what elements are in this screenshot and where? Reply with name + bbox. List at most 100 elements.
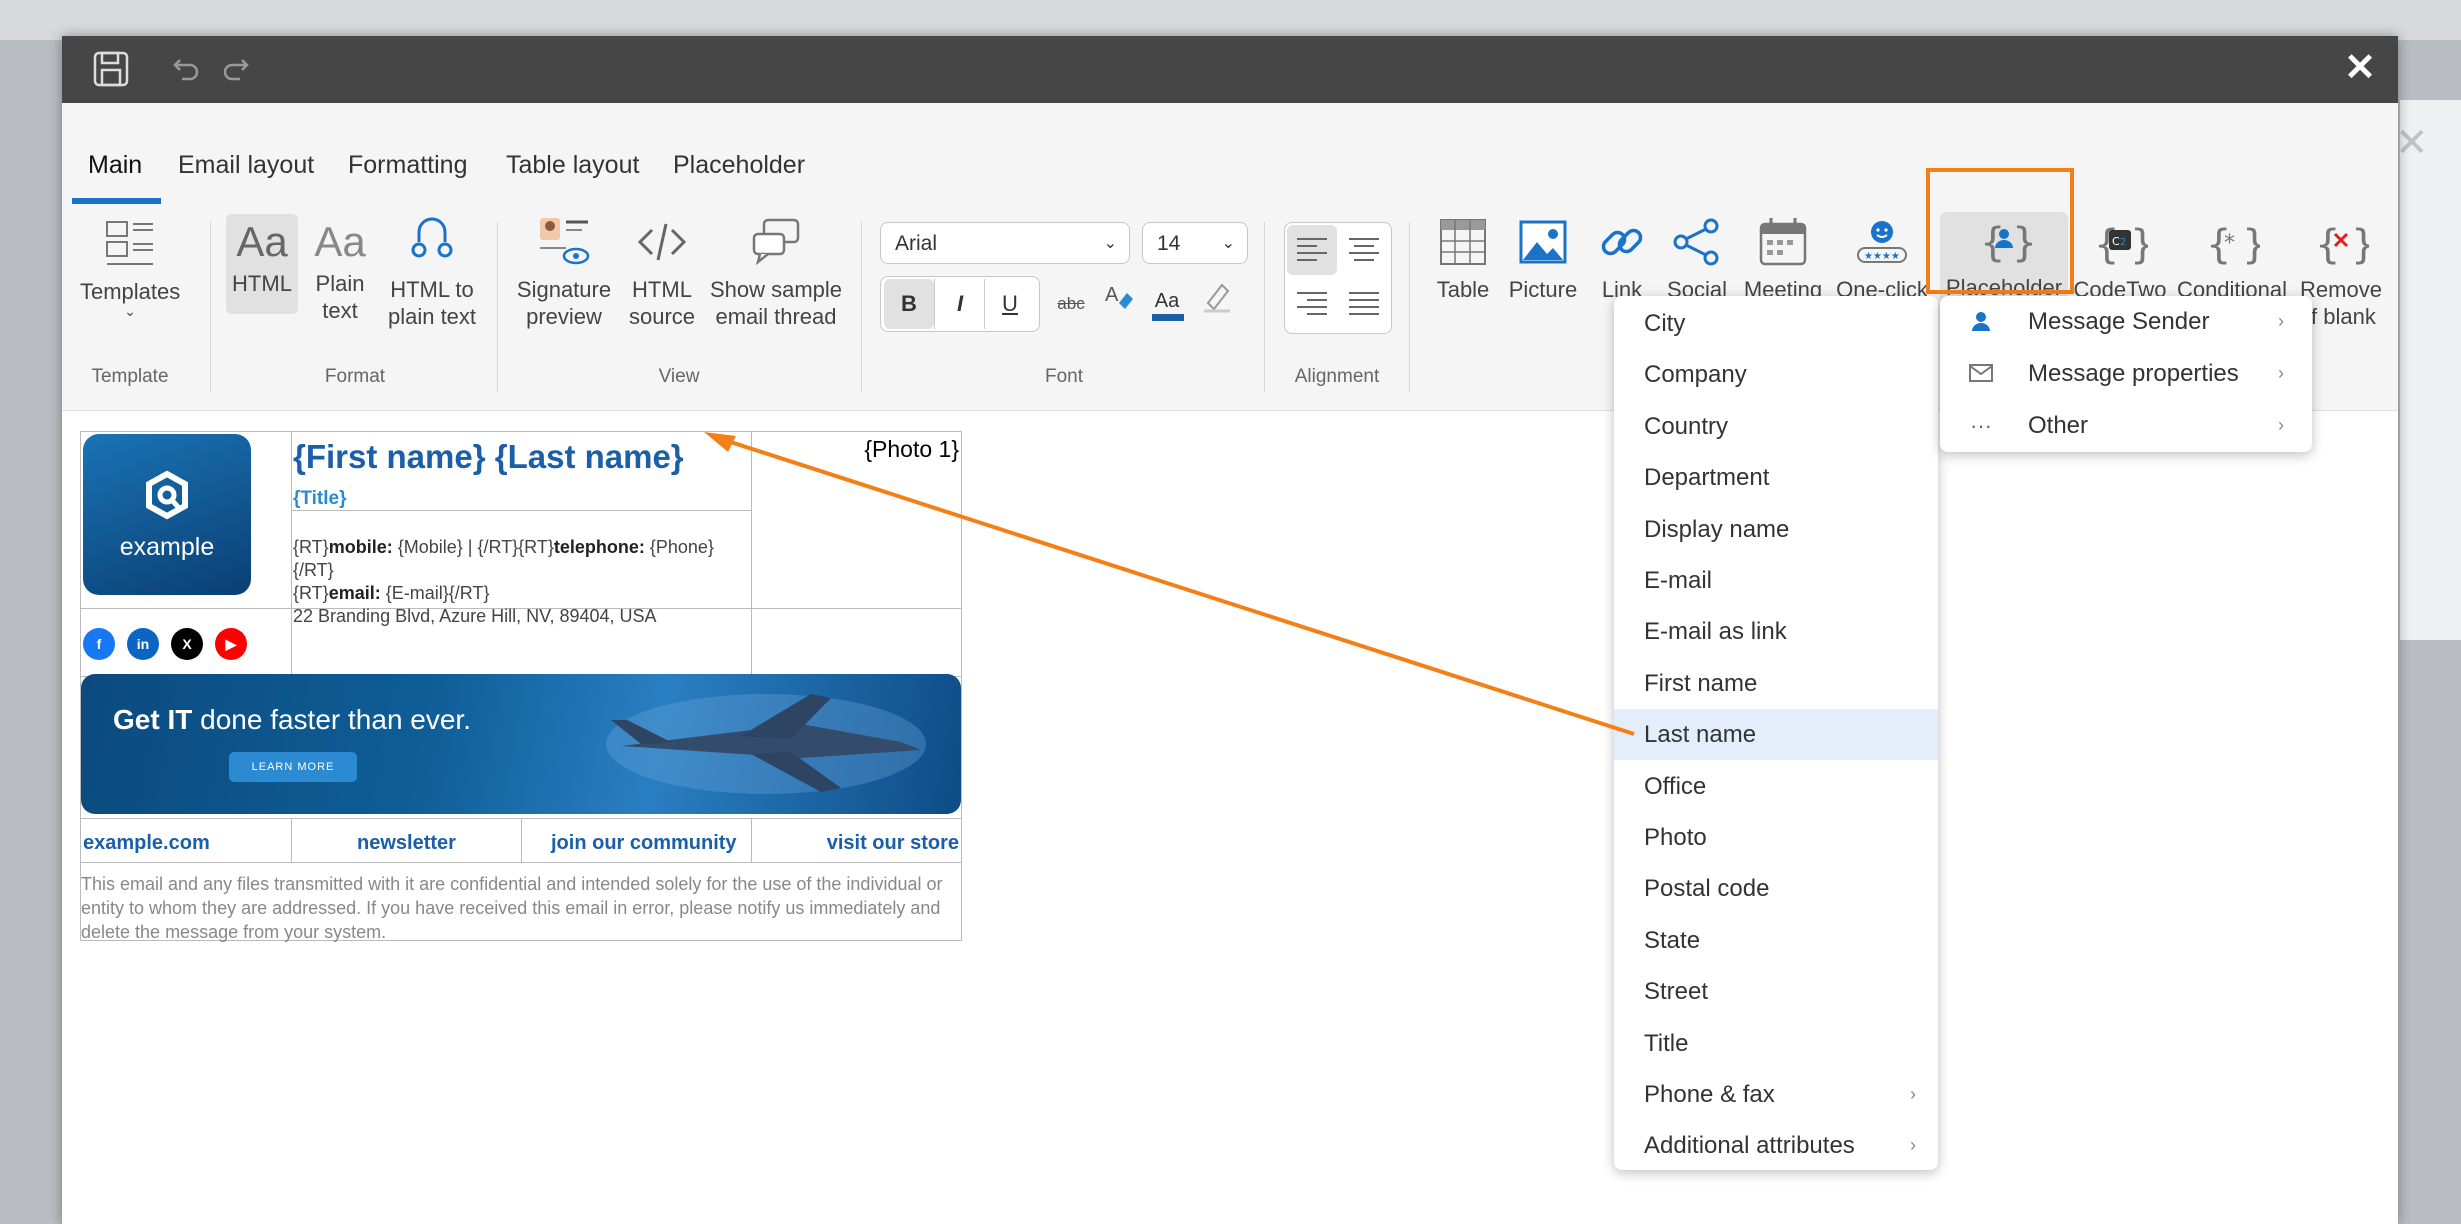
link-community[interactable]: join our community bbox=[551, 832, 737, 855]
align-justify-icon bbox=[1349, 292, 1379, 315]
facebook-icon[interactable]: f bbox=[83, 628, 115, 660]
menu-item-label: Photo bbox=[1644, 824, 1707, 851]
menu-item-label: Phone & fax bbox=[1644, 1081, 1775, 1108]
plain-text-button[interactable]: Aa Plain text bbox=[304, 214, 376, 324]
placeholder-menu-item-postal-code[interactable]: Postal code bbox=[1614, 863, 1938, 914]
survey-icon: ★★★★ bbox=[1857, 221, 1907, 263]
company-logo[interactable]: example bbox=[83, 434, 251, 595]
highlight-button[interactable] bbox=[1192, 279, 1242, 329]
ribbon-separator bbox=[210, 222, 211, 392]
group-label-format: Format bbox=[324, 366, 386, 387]
insert-table-button[interactable]: Table bbox=[1428, 214, 1498, 303]
photo-placeholder[interactable]: {Photo 1} bbox=[864, 436, 959, 463]
font-size-value: 14 bbox=[1157, 232, 1181, 255]
undo-icon[interactable] bbox=[172, 54, 202, 89]
bold-button[interactable]: B bbox=[884, 279, 934, 329]
plain-text-icon: Aa bbox=[314, 218, 366, 265]
placeholder-menu-item-department[interactable]: Department bbox=[1614, 452, 1938, 503]
placeholder-menu-item-first-name[interactable]: First name bbox=[1614, 658, 1938, 709]
html-format-icon: Aa bbox=[236, 218, 288, 265]
signature-preview-button[interactable]: Signature preview bbox=[514, 214, 614, 330]
picture-label: Picture bbox=[1508, 277, 1578, 302]
placeholder-menu-item-office[interactable]: Office bbox=[1614, 761, 1938, 812]
align-right-icon bbox=[1297, 292, 1327, 315]
placeholder-menu-item-e-mail[interactable]: E-mail bbox=[1614, 555, 1938, 606]
x-twitter-icon[interactable]: X bbox=[171, 628, 203, 660]
clear-formatting-button[interactable]: A bbox=[1094, 279, 1144, 329]
marketing-banner[interactable]: Get IT done faster than ever. LEARN MORE bbox=[81, 674, 961, 814]
signature-table[interactable]: example {First name} {Last name} {Title}… bbox=[80, 431, 962, 942]
placeholder-menu-item-e-mail-as-link[interactable]: E-mail as link bbox=[1614, 606, 1938, 657]
font-size-select[interactable]: 14 ⌄ bbox=[1142, 222, 1248, 264]
menu-item-label: Company bbox=[1644, 361, 1747, 389]
close-icon[interactable]: ✕ bbox=[2344, 46, 2376, 90]
table-grid-line bbox=[751, 818, 752, 862]
font-family-select[interactable]: Arial ⌄ bbox=[880, 222, 1130, 264]
placeholder-menu-item-phone-fax[interactable]: Phone & fax › bbox=[1614, 1069, 1938, 1120]
picture-icon bbox=[1519, 220, 1567, 264]
contact-line-rt-close: {/RT} bbox=[293, 560, 334, 580]
align-center-button[interactable] bbox=[1339, 225, 1389, 275]
strikethrough-button[interactable]: abc bbox=[1046, 279, 1096, 329]
font-color-button[interactable]: Aa bbox=[1142, 276, 1192, 326]
menu-item-label: City bbox=[1644, 310, 1686, 337]
redo-icon[interactable] bbox=[220, 54, 250, 89]
link-newsletter[interactable]: newsletter bbox=[357, 832, 456, 855]
logo-text: example bbox=[119, 533, 215, 561]
contact-details[interactable]: {RT}mobile: {Mobile} | {/RT}{RT}telephon… bbox=[293, 536, 753, 628]
insert-picture-button[interactable]: Picture bbox=[1504, 214, 1582, 303]
placeholder-menu-item-street[interactable]: Street bbox=[1614, 966, 1938, 1017]
youtube-icon[interactable]: ▶ bbox=[215, 628, 247, 660]
save-icon[interactable] bbox=[92, 50, 130, 93]
tab-table-layout[interactable]: Table layout bbox=[506, 151, 639, 180]
learn-more-button[interactable]: LEARN MORE bbox=[229, 752, 357, 782]
chevron-down-icon: ⌄ bbox=[1103, 235, 1117, 252]
placeholder-menu-item-additional-attributes[interactable]: Additional attributes › bbox=[1614, 1120, 1938, 1171]
menu-item-label: First name bbox=[1644, 669, 1758, 697]
tab-main[interactable]: Main bbox=[88, 151, 142, 180]
insert-link-button[interactable]: Link bbox=[1592, 214, 1652, 303]
placeholder-dropdown: City Company Country Department Display name… bbox=[1614, 296, 1938, 1170]
templates-icon bbox=[106, 221, 153, 265]
submenu-message-sender[interactable]: Message Sender › bbox=[1940, 296, 2312, 347]
tab-formatting[interactable]: Formatting bbox=[348, 151, 467, 180]
link-website[interactable]: example.com bbox=[83, 832, 210, 855]
html-source-button[interactable]: HTML source bbox=[622, 214, 702, 330]
placeholder-menu-item-state[interactable]: State bbox=[1614, 915, 1938, 966]
submenu-other[interactable]: ··· Other › bbox=[1940, 400, 2312, 451]
align-justify-button[interactable] bbox=[1339, 279, 1389, 329]
menu-item-label: Office bbox=[1644, 772, 1707, 800]
linkedin-icon[interactable]: in bbox=[127, 628, 159, 660]
align-left-button[interactable] bbox=[1287, 225, 1337, 275]
alignment-grid bbox=[1284, 222, 1392, 334]
italic-button[interactable]: I bbox=[934, 279, 985, 329]
link-store[interactable]: visit our store bbox=[827, 832, 959, 855]
svg-text:}: } bbox=[2351, 222, 2369, 268]
placeholder-menu-item-city[interactable]: City bbox=[1614, 298, 1938, 349]
show-sample-thread-button[interactable]: Show sample email thread bbox=[708, 214, 844, 330]
html-format-button[interactable]: Aa HTML bbox=[226, 214, 298, 314]
align-left-icon bbox=[1297, 238, 1327, 261]
editor-canvas[interactable]: example {First name} {Last name} {Title}… bbox=[62, 411, 2398, 1224]
align-right-button[interactable] bbox=[1287, 279, 1337, 329]
placeholder-menu-item-display-name[interactable]: Display name bbox=[1614, 504, 1938, 555]
disclaimer-text: This email and any files transmitted wit… bbox=[81, 874, 943, 942]
html-source-label-2: source bbox=[628, 304, 696, 329]
submenu-message-properties[interactable]: Message properties › bbox=[1940, 348, 2312, 399]
title-placeholder[interactable]: {Title} bbox=[293, 488, 347, 510]
placeholder-menu-item-company[interactable]: Company bbox=[1614, 349, 1938, 400]
plain-text-label-2: text bbox=[322, 298, 358, 323]
name-placeholder[interactable]: {First name} {Last name} bbox=[293, 438, 684, 476]
underline-button[interactable]: U bbox=[984, 279, 1035, 329]
placeholder-menu-item-last-name[interactable]: Last name bbox=[1614, 709, 1938, 761]
placeholder-menu-item-country[interactable]: Country bbox=[1614, 401, 1938, 452]
html-source-label: HTML bbox=[632, 277, 692, 302]
ribbon-separator bbox=[1264, 222, 1265, 392]
html-to-plain-text-button[interactable]: HTML to plain text bbox=[380, 214, 484, 330]
menu-item-label: Department bbox=[1644, 464, 1770, 492]
placeholder-menu-item-photo[interactable]: Photo bbox=[1614, 812, 1938, 863]
tab-placeholder[interactable]: Placeholder bbox=[673, 151, 805, 180]
placeholder-menu-item-title[interactable]: Title bbox=[1614, 1018, 1938, 1069]
tab-email-layout[interactable]: Email layout bbox=[178, 151, 314, 180]
templates-button[interactable]: Templates ⌄ bbox=[80, 218, 180, 318]
